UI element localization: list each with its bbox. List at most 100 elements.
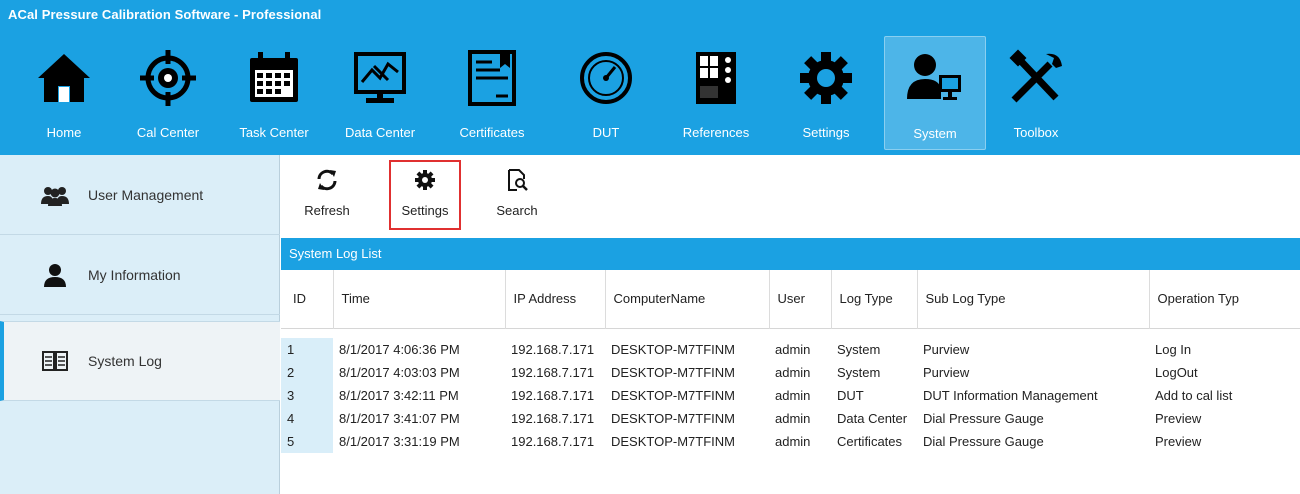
column-header-log-type[interactable]: Log Type [831,270,918,328]
cell-time: 8/1/2017 3:42:11 PM [339,388,459,403]
nav-label: Cal Center [136,125,200,140]
sidebar-item-label: System Log [88,353,162,369]
cell-sub-log-type: Purview [923,365,970,380]
cell-operation-type: Log In [1155,342,1192,357]
nav-task-center[interactable]: Task Center [234,36,314,150]
cell-sub-log-type: Dial Pressure Gauge [923,411,1044,426]
cell-log-type: System [837,365,881,380]
column-header-computer-name[interactable]: ComputerName [605,270,770,328]
chart-monitor-icon [348,42,412,114]
settings-label: Settings [401,203,449,218]
calendar-icon [242,42,306,114]
nav-cal-center[interactable]: Cal Center [128,36,208,150]
app-title: ACal Pressure Calibration Software - Pro… [8,7,322,22]
cell-log-type: DUT [837,388,864,403]
device-icon [684,42,748,114]
nav-settings[interactable]: Settings [790,36,862,150]
cell-user: admin [775,388,811,403]
target-icon [136,42,200,114]
table-row[interactable]: 4 8/1/2017 3:41:07 PM 192.168.7.171 DESK… [281,407,1300,430]
cell-time: 8/1/2017 4:06:36 PM [339,342,460,357]
cell-sub-log-type: Purview [923,342,970,357]
column-header-sub-log-type[interactable]: Sub Log Type [917,270,1150,328]
cell-id: 3 [281,384,333,407]
sidebar-item-user-management[interactable]: User Management [0,155,280,235]
search-button[interactable]: Search [489,165,545,229]
cell-operation-type: Add to cal list [1155,388,1233,403]
gauge-icon [574,42,638,114]
column-header-operation-type[interactable]: Operation Typ [1149,270,1300,328]
table-row[interactable]: 1 8/1/2017 4:06:36 PM 192.168.7.171 DESK… [281,338,1300,361]
nav-dut[interactable]: DUT [574,36,638,150]
cell-user: admin [775,342,811,357]
cell-time: 8/1/2017 4:03:03 PM [339,365,460,380]
table-header-row: ID Time IP Address ComputerName User Log… [281,270,1300,328]
document-search-icon [504,167,530,193]
nav-label: Settings [802,125,850,140]
cell-computer-name: DESKTOP-M7TFINM [611,342,735,357]
nav-toolbox[interactable]: Toolbox [1000,36,1072,150]
sidebar-item-my-information[interactable]: My Information [0,235,280,315]
sidebar-item-label: User Management [88,186,204,203]
cell-ip-address: 192.168.7.171 [511,388,595,403]
users-icon [40,182,70,208]
nav-label: System [913,126,957,141]
cell-user: admin [775,411,811,426]
column-header-user[interactable]: User [769,270,832,328]
table-row[interactable]: 3 8/1/2017 3:42:11 PM 192.168.7.171 DESK… [281,384,1300,407]
log-table: ID Time IP Address ComputerName User Log… [281,270,1300,453]
nav-references[interactable]: References [674,36,758,150]
log-list-title: System Log List [281,238,1300,270]
home-icon [32,42,96,114]
refresh-label: Refresh [304,203,350,218]
cell-computer-name: DESKTOP-M7TFINM [611,388,735,403]
cell-computer-name: DESKTOP-M7TFINM [611,365,735,380]
cell-computer-name: DESKTOP-M7TFINM [611,411,735,426]
cell-ip-address: 192.168.7.171 [511,342,595,357]
nav-label: Certificates [459,125,525,140]
cell-log-type: Certificates [837,434,903,449]
cell-sub-log-type: Dial Pressure Gauge [923,434,1044,449]
cell-id: 2 [281,361,333,384]
nav-label: DUT [592,125,620,140]
gear-icon [412,167,438,193]
cell-log-type: Data Center [837,411,908,426]
top-ribbon: ACal Pressure Calibration Software - Pro… [0,0,1300,155]
settings-button[interactable]: Settings [389,160,461,230]
cell-time: 8/1/2017 3:31:19 PM [339,434,460,449]
log-table-container: ID Time IP Address ComputerName User Log… [281,270,1300,494]
cell-operation-type: Preview [1155,411,1202,426]
nav-system[interactable]: System [884,36,986,150]
user-icon [40,262,70,288]
cell-ip-address: 192.168.7.171 [511,365,595,380]
cell-user: admin [775,365,811,380]
user-computer-icon [903,43,967,115]
table-row[interactable]: 5 8/1/2017 3:31:19 PM 192.168.7.171 DESK… [281,430,1300,453]
cell-computer-name: DESKTOP-M7TFINM [611,434,735,449]
nav-home[interactable]: Home [28,36,100,150]
cell-id: 4 [281,407,333,430]
nav-label: Home [46,125,82,140]
column-header-id[interactable]: ID [281,270,334,328]
cell-user: admin [775,434,811,449]
search-label: Search [496,203,538,218]
sidebar-item-label: My Information [88,266,181,283]
table-row[interactable]: 2 8/1/2017 4:03:03 PM 192.168.7.171 DESK… [281,361,1300,384]
nav-label: Toolbox [1013,125,1059,140]
sidebar-item-system-log[interactable]: System Log [0,321,280,401]
cell-operation-type: Preview [1155,434,1202,449]
sidebar: User Management My Information System Lo… [0,155,280,494]
nav-label: References [682,125,750,140]
gear-icon [794,42,858,114]
tools-icon [1004,42,1068,114]
certificate-icon [460,42,524,114]
cell-sub-log-type: DUT Information Management [923,388,1098,403]
column-header-ip-address[interactable]: IP Address [505,270,606,328]
refresh-icon [314,167,340,193]
cell-log-type: System [837,342,881,357]
cell-operation-type: LogOut [1155,365,1198,380]
column-header-time[interactable]: Time [333,270,506,328]
refresh-button[interactable]: Refresh [297,165,357,229]
nav-certificates[interactable]: Certificates [452,36,532,150]
nav-data-center[interactable]: Data Center [340,36,420,150]
